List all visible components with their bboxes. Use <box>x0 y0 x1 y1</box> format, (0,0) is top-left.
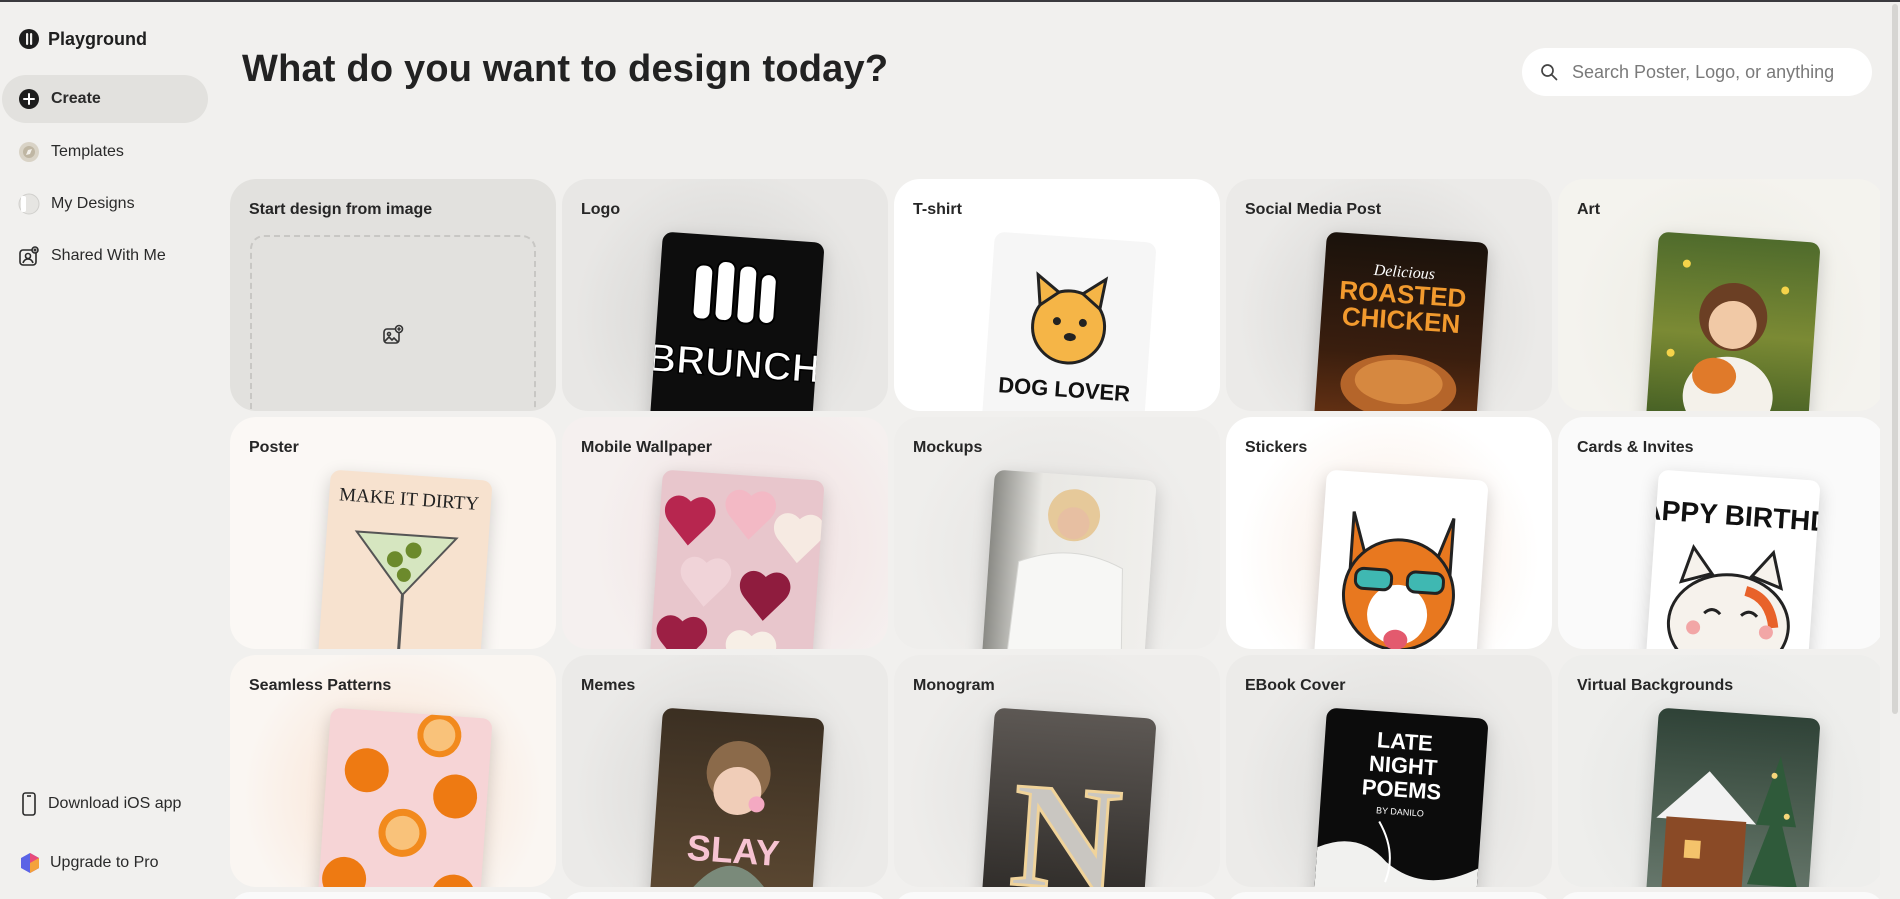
card-label: Virtual Backgrounds <box>1577 677 1734 694</box>
upgrade-to-pro-link[interactable]: Upgrade to Pro <box>20 852 159 874</box>
brand[interactable]: Playground <box>18 28 147 50</box>
search-input[interactable] <box>1572 61 1862 83</box>
card-label: Start design from image <box>249 201 433 218</box>
add-image-icon <box>383 324 404 344</box>
next-row-card[interactable] <box>562 892 888 899</box>
martini-poster-thumbnail: MAKE IT DIRTY <box>317 469 493 649</box>
brunch-logo-thumbnail: BRUNCH <box>649 231 825 411</box>
search-icon <box>1541 64 1558 81</box>
sidebar-item-create[interactable]: Create <box>2 75 208 123</box>
scrollbar-thumb[interactable] <box>1892 4 1898 714</box>
card-label: Seamless Patterns <box>249 677 392 694</box>
card-cards-and-invites[interactable]: Cards & Invites APPY BIRTHD <box>1558 417 1880 649</box>
image-upload-dropzone[interactable] <box>250 235 536 411</box>
plus-circle-icon <box>17 87 41 111</box>
card-label: Stickers <box>1245 439 1308 456</box>
card-monogram[interactable]: Monogram N <box>894 655 1220 887</box>
card-virtual-backgrounds[interactable]: Virtual Backgrounds <box>1558 655 1880 887</box>
card-label: Art <box>1577 201 1601 218</box>
card-memes[interactable]: Memes SLAY <box>562 655 888 887</box>
svg-text:POEMS: POEMS <box>1361 774 1442 804</box>
dog-lover-shirt-thumbnail: DOG LOVER <box>981 231 1157 411</box>
next-row-card[interactable] <box>230 892 556 899</box>
card-label: Cards & Invites <box>1577 439 1694 456</box>
brand-name: Playground <box>48 28 148 49</box>
card-label: Social Media Post <box>1245 201 1382 218</box>
orange-pattern-thumbnail <box>317 707 493 887</box>
sidebar-item-label: Create <box>51 90 101 107</box>
dog-lover-text: DOG LOVER <box>997 372 1131 406</box>
hearts-wallpaper-thumbnail <box>649 469 825 649</box>
next-row-card[interactable] <box>1226 892 1552 899</box>
upgrade-to-pro-label: Upgrade to Pro <box>50 854 159 871</box>
card-t-shirt[interactable]: T-shirt DOG LOVER <box>894 179 1220 411</box>
card-art[interactable]: Art <box>1558 179 1880 411</box>
sidebar: Playground Create Templates My Designs S… <box>0 2 215 899</box>
sweater-mockup-thumbnail <box>981 469 1157 649</box>
cabin-background-thumbnail <box>1645 707 1821 887</box>
sidebar-item-label: Templates <box>51 143 124 160</box>
slay-meme-thumbnail: SLAY <box>649 707 825 887</box>
playground-logo-icon <box>19 29 39 49</box>
card-label: Memes <box>581 677 636 694</box>
page-title: What do you want to design today? <box>242 48 889 90</box>
design-category-grid: Start design from image Logo BRUNCH T-sh… <box>230 179 1880 899</box>
next-row-card[interactable] <box>894 892 1220 899</box>
card-seamless-patterns[interactable]: Seamless Patterns <box>230 655 556 887</box>
monogram-letter: N <box>1006 751 1126 887</box>
next-row-card[interactable] <box>1558 892 1880 899</box>
card-logo[interactable]: Logo BRUNCH <box>562 179 888 411</box>
card-poster[interactable]: Poster MAKE IT DIRTY <box>230 417 556 649</box>
n-monogram-thumbnail: N <box>981 707 1157 887</box>
phone-icon <box>22 792 36 816</box>
brunch-logo-text: BRUNCH <box>649 336 822 392</box>
card-label: Logo <box>581 201 621 218</box>
card-label: Mockups <box>913 439 983 456</box>
birthday-text: APPY BIRTHD <box>1645 494 1820 538</box>
sidebar-item-my-designs[interactable]: My Designs <box>2 180 208 228</box>
shared-icon <box>17 244 41 268</box>
sidebar-item-label: My Designs <box>51 195 135 212</box>
folder-icon <box>17 192 41 216</box>
card-stickers[interactable]: Stickers <box>1226 417 1552 649</box>
svg-text:BY DANILO: BY DANILO <box>1376 805 1424 818</box>
card-social-media-post[interactable]: Social Media Post Delicious ROASTED CHIC… <box>1226 179 1552 411</box>
meme-text: SLAY <box>686 827 781 874</box>
card-label: T-shirt <box>913 201 962 218</box>
card-label: Mobile Wallpaper <box>581 439 712 456</box>
card-ebook-cover[interactable]: EBook Cover LATE NIGHT POEMS BY DANILO <box>1226 655 1552 887</box>
compass-icon <box>17 140 41 164</box>
download-ios-app-link[interactable]: Download iOS app <box>20 792 181 816</box>
girl-fox-art-thumbnail <box>1645 231 1821 411</box>
card-start-design-from-image[interactable]: Start design from image <box>230 179 556 411</box>
sidebar-item-templates[interactable]: Templates <box>2 128 208 176</box>
card-mobile-wallpaper[interactable]: Mobile Wallpaper <box>562 417 888 649</box>
roasted-chicken-thumbnail: Delicious ROASTED CHICKEN <box>1313 231 1489 411</box>
pro-badge-icon <box>21 853 39 873</box>
download-ios-app-label: Download iOS app <box>48 795 182 812</box>
late-night-poems-thumbnail: LATE NIGHT POEMS BY DANILO <box>1313 707 1489 887</box>
page-scrollbar[interactable] <box>1890 2 1900 899</box>
card-label: Monogram <box>913 677 995 694</box>
card-label: EBook Cover <box>1245 677 1346 694</box>
poster-headline: MAKE IT DIRTY <box>339 484 480 515</box>
card-label: Poster <box>249 439 299 456</box>
corgi-sticker-thumbnail <box>1313 469 1489 649</box>
card-mockups[interactable]: Mockups <box>894 417 1220 649</box>
sidebar-item-shared-with-me[interactable]: Shared With Me <box>2 232 208 280</box>
birthday-card-thumbnail: APPY BIRTHD <box>1645 469 1821 649</box>
search-bar[interactable] <box>1522 48 1872 96</box>
sidebar-item-label: Shared With Me <box>51 247 166 264</box>
